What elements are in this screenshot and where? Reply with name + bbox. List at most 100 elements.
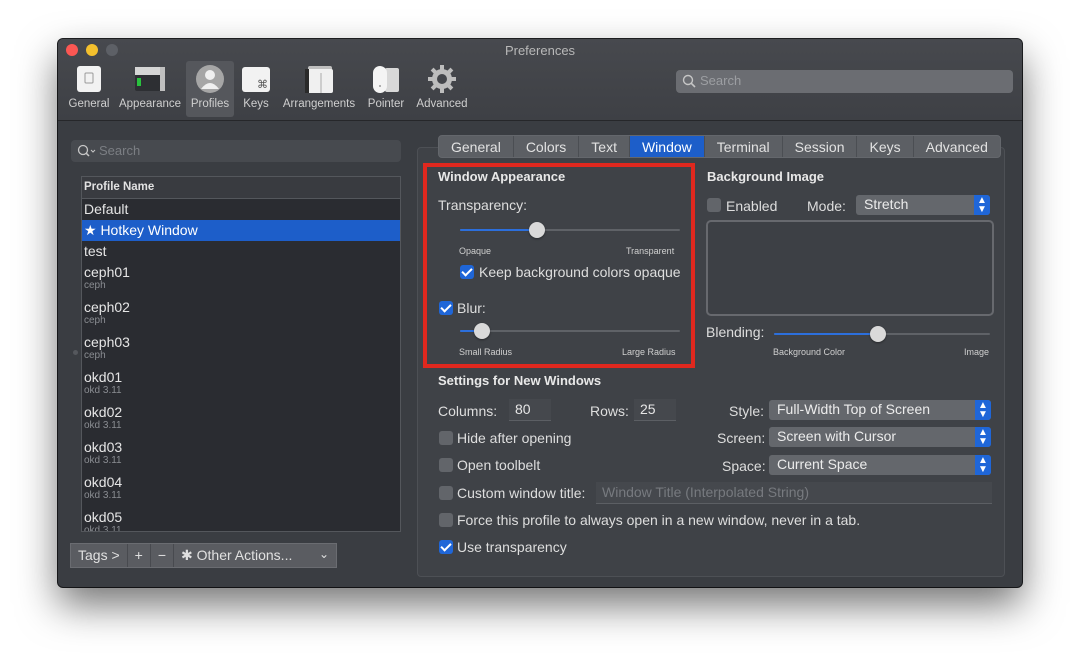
screen-select[interactable]: Screen with Cursor ▲ ▼	[769, 427, 991, 447]
blending-label: Blending:	[706, 324, 765, 340]
toolbar-appearance[interactable]: Appearance	[116, 61, 184, 117]
mode-value: Stretch	[864, 196, 909, 212]
columns-input[interactable]: 80	[509, 399, 551, 421]
toolbar-label: Appearance	[118, 98, 182, 110]
toolbar-pointer[interactable]: Pointer	[364, 61, 408, 117]
mode-select[interactable]: Stretch ▲ ▼	[856, 195, 990, 215]
background-enabled-checkbox[interactable]	[707, 198, 721, 212]
toolbar-label: Profiles	[190, 98, 230, 110]
profile-name: ceph02	[84, 299, 130, 315]
space-value: Current Space	[777, 456, 868, 472]
profile-name: okd05	[84, 509, 123, 525]
keep-opaque-checkbox[interactable]	[460, 265, 474, 279]
new-windows-title: Settings for New Windows	[438, 373, 602, 388]
toolbar-label: Arrangements	[282, 98, 356, 110]
window-appearance-title: Window Appearance	[438, 169, 566, 184]
general-icon	[74, 64, 104, 94]
profile-name: ★ Hotkey Window	[84, 222, 198, 238]
tab-general[interactable]: General	[439, 136, 514, 157]
slider-knob[interactable]	[474, 323, 490, 339]
blur-slider[interactable]	[460, 323, 680, 339]
profile-tag: okd 3.11	[84, 455, 122, 466]
arrangements-icon	[304, 64, 334, 94]
tab-text[interactable]: Text	[579, 136, 630, 157]
profile-row[interactable]: okd03 okd 3.11	[82, 437, 400, 472]
rows-input[interactable]: 25	[634, 399, 676, 421]
hide-after-opening-checkbox[interactable]	[439, 431, 453, 445]
background-enabled-label: Enabled	[726, 198, 778, 214]
custom-title-input[interactable]: Window Title (Interpolated String)	[596, 482, 992, 504]
toolbar-arrangements[interactable]: Arrangements	[280, 61, 358, 117]
profile-row[interactable]: ceph02 ceph	[82, 297, 400, 332]
preferences-window: Preferences General Appearance Profiles …	[58, 39, 1022, 587]
other-actions-label: Other Actions...	[196, 547, 293, 563]
use-transparency-checkbox[interactable]	[439, 540, 453, 554]
drag-handle[interactable]	[73, 350, 78, 355]
profile-name: okd04	[84, 474, 123, 490]
toolbar-profiles[interactable]: Profiles	[186, 61, 234, 117]
use-transparency-label: Use transparency	[457, 539, 567, 555]
tab-window[interactable]: Window	[629, 136, 705, 157]
profile-list: Profile Name Default ★ Hotkey Window tes…	[81, 176, 401, 532]
blending-slider[interactable]	[774, 326, 990, 342]
force-new-window-checkbox[interactable]	[439, 513, 453, 527]
toolbar-keys[interactable]: ⌘ Keys	[240, 61, 272, 117]
open-toolbelt-checkbox[interactable]	[439, 458, 453, 472]
style-select[interactable]: Full-Width Top of Screen ▲ ▼	[769, 400, 991, 420]
blur-min-label: Small Radius	[459, 347, 513, 357]
screen-label: Screen:	[717, 430, 766, 446]
add-profile-button[interactable]: +	[128, 544, 151, 567]
background-image-well[interactable]	[706, 220, 994, 316]
profile-row[interactable]: okd02 okd 3.11	[82, 402, 400, 437]
slider-fill	[460, 229, 537, 231]
blur-label: Blur:	[457, 300, 486, 316]
profile-row[interactable]: okd01 okd 3.11	[82, 367, 400, 402]
profile-row[interactable]: okd04 okd 3.11	[82, 472, 400, 507]
slider-knob[interactable]	[869, 326, 886, 342]
profile-search-input[interactable]: Search	[71, 140, 401, 162]
style-label: Style:	[729, 403, 765, 419]
transparency-label: Transparency:	[438, 197, 527, 213]
stepper-arrows-icon: ▲ ▼	[974, 195, 990, 215]
toolbar-label: General	[68, 98, 110, 110]
profile-row[interactable]: test	[82, 241, 400, 262]
preferences-search-input[interactable]: Search	[676, 70, 1013, 93]
toolbar-advanced[interactable]: Advanced	[412, 61, 472, 117]
profile-row-selected[interactable]: ★ Hotkey Window	[82, 220, 400, 241]
stepper-arrows-icon: ▲ ▼	[975, 400, 991, 420]
profile-name: ceph01	[84, 264, 130, 280]
rows-label: Rows:	[590, 403, 629, 419]
profile-row[interactable]: ceph01 ceph	[82, 262, 400, 297]
profile-name: ceph03	[84, 334, 130, 350]
blur-max-label: Large Radius	[622, 347, 676, 357]
profile-tag: ceph	[84, 280, 106, 291]
tab-advanced[interactable]: Advanced	[914, 136, 1000, 157]
profile-name: okd02	[84, 404, 123, 420]
force-new-window-label: Force this profile to always open in a n…	[457, 512, 861, 528]
profile-tag: okd 3.11	[84, 525, 122, 532]
transparency-slider[interactable]	[460, 222, 680, 238]
tab-session[interactable]: Session	[783, 136, 858, 157]
slider-knob[interactable]	[529, 222, 545, 238]
style-value: Full-Width Top of Screen	[777, 401, 931, 417]
custom-title-checkbox[interactable]	[439, 486, 453, 500]
blur-checkbox[interactable]	[439, 301, 453, 315]
profile-name: okd01	[84, 369, 123, 385]
tab-colors[interactable]: Colors	[514, 136, 580, 157]
profile-row[interactable]: Default	[82, 199, 400, 220]
tab-keys[interactable]: Keys	[857, 136, 914, 157]
space-select[interactable]: Current Space ▲ ▼	[769, 455, 991, 475]
keys-icon: ⌘	[241, 64, 271, 94]
title-bar: Preferences General Appearance Profiles …	[58, 39, 1022, 121]
column-header-profile-name[interactable]: Profile Name	[82, 177, 400, 199]
other-actions-menu[interactable]: ✱ Other Actions... ⌄	[174, 544, 336, 567]
profile-actions-bar: Tags > + − ✱ Other Actions... ⌄	[70, 543, 338, 568]
tab-terminal[interactable]: Terminal	[705, 136, 783, 157]
profile-row[interactable]: okd05 okd 3.11	[82, 507, 400, 532]
custom-title-label: Custom window title:	[457, 485, 586, 501]
profile-tag: okd 3.11	[84, 490, 122, 501]
toolbar-general[interactable]: General	[64, 61, 114, 117]
remove-profile-button[interactable]: −	[151, 544, 175, 567]
tags-button[interactable]: Tags >	[71, 544, 128, 567]
profile-row[interactable]: ceph03 ceph	[82, 332, 400, 367]
